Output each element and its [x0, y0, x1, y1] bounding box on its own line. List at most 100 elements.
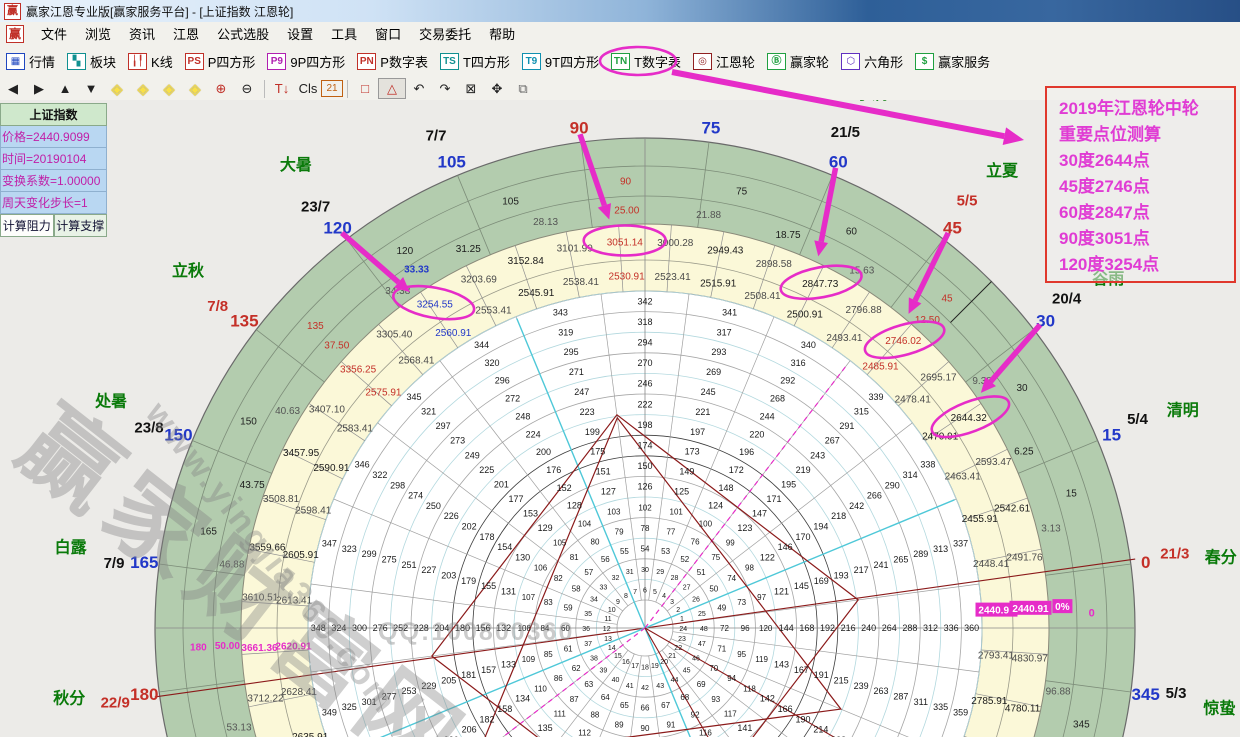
svg-text:35: 35 — [584, 611, 592, 618]
tool-zoom-out[interactable]: ⊖ — [234, 79, 260, 98]
tool-shape-square[interactable]: □ — [352, 79, 378, 98]
menu-窗口[interactable]: 窗口 — [366, 21, 410, 46]
svg-text:214: 214 — [813, 725, 828, 735]
menu-文件[interactable]: 文件 — [32, 21, 76, 46]
svg-text:344: 344 — [474, 340, 489, 350]
svg-text:66: 66 — [641, 704, 650, 713]
toolbar-sectors[interactable]: ▚板块 — [61, 49, 122, 74]
tool-center-view[interactable]: ✥ — [484, 79, 510, 98]
svg-text:4: 4 — [662, 593, 666, 600]
svg-text:46: 46 — [692, 656, 700, 663]
svg-text:12: 12 — [603, 626, 611, 633]
9p-square-icon: P9 — [267, 53, 286, 70]
toolbar-p-table[interactable]: PNP数字表 — [351, 49, 434, 74]
svg-text:19: 19 — [651, 663, 659, 670]
svg-text:95: 95 — [737, 650, 746, 659]
tool-calendar[interactable]: 21 — [321, 80, 343, 97]
svg-text:93: 93 — [711, 695, 720, 704]
svg-text:125: 125 — [674, 487, 689, 497]
svg-text:2593.47: 2593.47 — [975, 457, 1012, 468]
menu-江恩[interactable]: 江恩 — [164, 21, 208, 46]
9t-square-label: 9T四方形 — [545, 52, 599, 71]
svg-text:7/8: 7/8 — [207, 298, 228, 315]
calc-support-button[interactable]: 计算支撑 — [54, 214, 108, 237]
factor-field: 变换系数=1.00000 — [0, 170, 107, 192]
toolbar-p-square[interactable]: PSP四方形 — [179, 49, 262, 74]
menu-工具[interactable]: 工具 — [322, 21, 366, 46]
menu-浏览[interactable]: 浏览 — [76, 21, 120, 46]
svg-text:3559.66: 3559.66 — [249, 543, 286, 554]
svg-text:225: 225 — [479, 465, 494, 475]
tool-cls[interactable]: Cls — [295, 79, 321, 98]
tool-screen[interactable]: ⧉ — [510, 79, 536, 98]
tool-t-down[interactable]: T↓ — [269, 79, 295, 98]
tool-pan-right[interactable]: ◈ — [130, 79, 156, 98]
svg-text:291: 291 — [839, 421, 854, 431]
svg-text:169: 169 — [814, 576, 829, 586]
svg-text:135: 135 — [230, 312, 258, 331]
toolbar-9p-square[interactable]: P99P四方形 — [261, 49, 351, 74]
svg-text:72: 72 — [720, 624, 729, 633]
menu-公式选股[interactable]: 公式选股 — [208, 21, 278, 46]
toolbar-quotes[interactable]: ▦行情 — [0, 49, 61, 74]
svg-text:168: 168 — [799, 623, 814, 633]
tool-nav-right[interactable]: ▶ — [26, 79, 52, 98]
tool-pan-left[interactable]: ◈ — [104, 79, 130, 98]
menu-帮助[interactable]: 帮助 — [480, 21, 524, 46]
svg-text:白露: 白露 — [55, 537, 88, 556]
svg-text:45: 45 — [683, 668, 691, 675]
svg-text:180: 180 — [190, 643, 207, 654]
tool-zoom-in[interactable]: ⊕ — [208, 79, 234, 98]
svg-text:30: 30 — [641, 567, 649, 574]
menu-交易委托[interactable]: 交易委托 — [410, 21, 480, 46]
svg-text:287: 287 — [893, 692, 908, 702]
tool-nav-left[interactable]: ◀ — [0, 79, 26, 98]
tool-rotate-cw[interactable]: ↷ — [432, 79, 458, 98]
svg-text:292: 292 — [780, 376, 795, 386]
svg-text:2542.61: 2542.61 — [994, 504, 1031, 515]
svg-text:359: 359 — [953, 708, 968, 718]
svg-text:2847.73: 2847.73 — [802, 279, 839, 290]
svg-text:109: 109 — [522, 655, 536, 664]
svg-text:0: 0 — [1089, 607, 1095, 619]
toolbar-hexagon[interactable]: ⬡六角形 — [835, 49, 909, 74]
tool-shape-triangle[interactable]: △ — [378, 78, 406, 99]
svg-text:277: 277 — [382, 692, 397, 702]
tool-nav-up[interactable]: ▲ — [52, 79, 78, 98]
tool-rotate-ccw[interactable]: ↶ — [406, 79, 432, 98]
svg-text:150: 150 — [637, 461, 652, 471]
winner-service-label: 赢家服务 — [938, 52, 990, 71]
toolbar-winner-service[interactable]: $赢家服务 — [909, 49, 996, 74]
svg-text:298: 298 — [390, 480, 405, 490]
svg-text:118: 118 — [743, 684, 756, 693]
toolbar-9t-square[interactable]: T99T四方形 — [516, 49, 605, 74]
toolbar-winner-wheel[interactable]: Ⓑ赢家轮 — [761, 49, 835, 74]
tool-pan-down[interactable]: ◈ — [182, 79, 208, 98]
svg-text:295: 295 — [564, 347, 579, 357]
calc-resistance-button[interactable]: 计算阻力 — [0, 214, 54, 237]
tool-delete-box[interactable]: ⊠ — [458, 79, 484, 98]
svg-text:144: 144 — [779, 623, 794, 633]
svg-text:148: 148 — [718, 483, 733, 493]
svg-text:143: 143 — [774, 660, 789, 670]
tool-nav-down[interactable]: ▼ — [78, 79, 104, 98]
hexagon-label: 六角形 — [864, 52, 903, 71]
svg-text:3.13: 3.13 — [1041, 524, 1061, 535]
svg-text:50: 50 — [709, 584, 718, 593]
menu-设置[interactable]: 设置 — [278, 21, 322, 46]
svg-text:82: 82 — [554, 574, 563, 583]
svg-text:2530.91: 2530.91 — [609, 272, 646, 283]
svg-text:27: 27 — [683, 584, 691, 591]
tool-pan-up[interactable]: ◈ — [156, 79, 182, 98]
toolbar-t-square[interactable]: TST四方形 — [434, 49, 516, 74]
svg-text:2583.41: 2583.41 — [337, 424, 374, 435]
toolbar-gann-wheel[interactable]: ◎江恩轮 — [687, 49, 761, 74]
menu-资讯[interactable]: 资讯 — [120, 21, 164, 46]
svg-text:60: 60 — [561, 624, 570, 633]
toolbar-t-table[interactable]: TNT数字表 — [605, 49, 687, 74]
svg-text:23: 23 — [678, 636, 686, 643]
window-title: 赢家江恩专业版[赢家服务平台] - [上证指数 江恩轮] — [26, 3, 293, 20]
toolbar-kline[interactable]: ╽╿K线 — [122, 49, 179, 74]
svg-text:252: 252 — [393, 623, 408, 633]
svg-text:154: 154 — [497, 542, 512, 552]
